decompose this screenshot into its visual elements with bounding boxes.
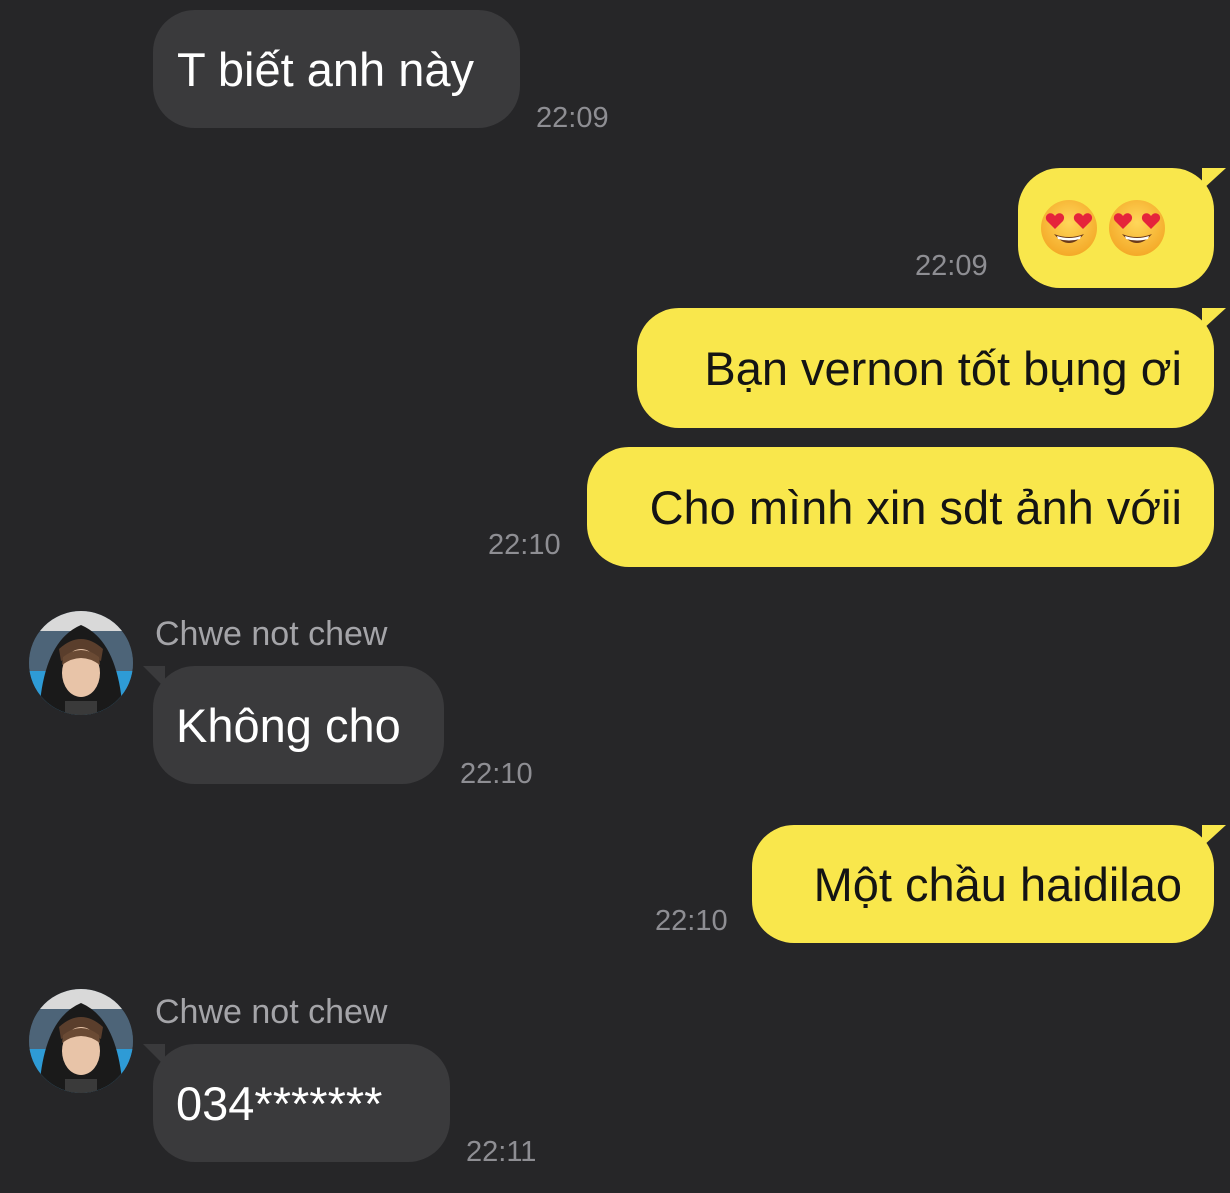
profile-photo	[29, 989, 133, 1093]
message-timestamp: 22:10	[488, 529, 561, 561]
incoming-message-bubble[interactable]: Không cho	[143, 666, 444, 784]
sender-name: Chwe not chew	[155, 993, 388, 1031]
profile-photo	[29, 611, 133, 715]
sender-avatar[interactable]	[29, 611, 133, 715]
emoji-group	[1039, 198, 1167, 258]
message-timestamp: 22:10	[460, 758, 533, 790]
outgoing-message-bubble[interactable]: Bạn vernon tốt bụng ơi	[637, 308, 1226, 428]
incoming-message-bubble[interactable]: T biết anh này	[153, 10, 520, 128]
message-text: Một chầu haidilao	[813, 857, 1182, 911]
smiling-face-with-heart-eyes-icon	[1109, 200, 1165, 256]
outgoing-message-bubble[interactable]: Cho mình xin sdt ảnh vớii	[587, 447, 1214, 567]
message-text: Cho mình xin sdt ảnh vớii	[649, 480, 1182, 534]
message-timestamp: 22:09	[536, 102, 609, 134]
message-timestamp: 22:10	[655, 905, 728, 937]
message-timestamp: 22:11	[466, 1136, 537, 1168]
chat-thread: T biết anh này 22:09 22:09 Bạn vernon tố…	[0, 0, 1230, 1193]
sender-name: Chwe not chew	[155, 615, 388, 653]
incoming-message-bubble[interactable]: 034*******	[143, 1044, 450, 1162]
outgoing-message-bubble[interactable]: Một chầu haidilao	[752, 825, 1226, 943]
message-text: Bạn vernon tốt bụng ơi	[704, 341, 1182, 395]
message-text: Không cho	[176, 698, 401, 752]
outgoing-message-bubble[interactable]	[1018, 168, 1226, 288]
smiling-face-with-heart-eyes-icon	[1041, 200, 1097, 256]
message-text: T biết anh này	[177, 42, 475, 96]
message-timestamp: 22:09	[915, 250, 988, 282]
sender-avatar[interactable]	[29, 989, 133, 1093]
message-text: 034*******	[176, 1076, 383, 1130]
